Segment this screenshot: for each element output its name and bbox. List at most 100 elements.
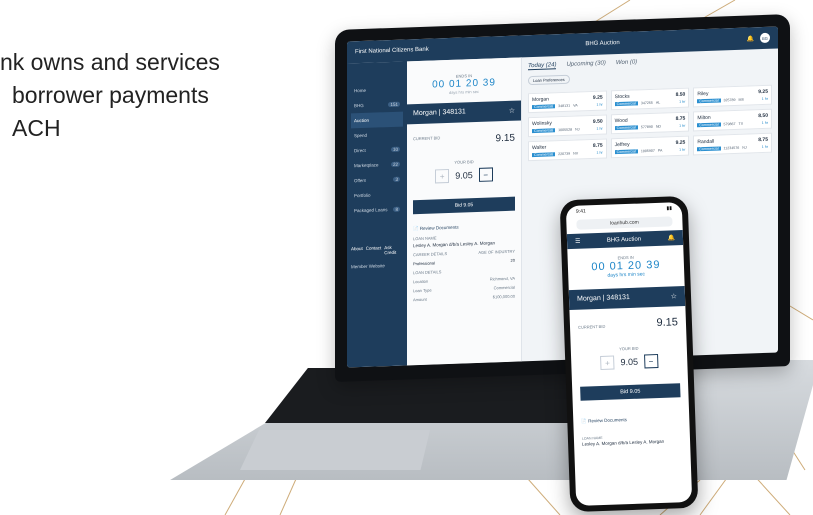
loan-name-label: LOAN NAME [413,235,437,242]
bell-icon[interactable]: 🔔 [667,234,675,241]
loan-card-id: 220739 [558,151,571,157]
loan-banner: Morgan | 348131 ☆ [407,100,521,125]
loan-card-term: 1 hr [596,150,603,155]
review-documents-link[interactable]: 📄 Review Documents [581,415,681,424]
auction-tabs: Today (24) Upcoming (30) Won (0) [528,55,772,71]
avatar[interactable]: BG [760,32,770,44]
auction-detail-panel: ENDS IN 00 01 20 39 days hrs min sec Mor… [407,57,522,366]
bell-icon[interactable]: 🔔 [747,35,754,42]
phone-nav: ☰ BHG Auction 🔔 [566,230,684,250]
loan-card-name: Wood [614,117,628,125]
review-documents-link[interactable]: 📄 Review Documents [413,223,515,233]
increase-bid-button[interactable]: + [435,168,450,184]
loan-card-rate: 8.50 [758,112,768,120]
loan-name: Lesley A. Morgan d/b/a Lesley A. Morgan [413,240,496,249]
loan-card[interactable]: Morgan 9.25 Commercial 348131 VA 1 hr [528,90,607,114]
loan-card[interactable]: Riley 9.25 Commercial 325789 MS 1 hr [693,84,772,108]
about-link[interactable]: About [351,246,363,256]
career-label: CAREER DETAILS [413,251,448,258]
loan-card-term: 1 hr [761,120,768,126]
your-bid-label: YOUR BID [619,345,639,352]
loan-card-rate: 9.25 [758,88,768,96]
phone: 9:41 ▮▮ loanhub.com ☰ BHG Auction 🔔 ENDS… [559,195,699,513]
loan-card-rate: 8.75 [675,115,686,123]
tab-today[interactable]: Today (24) [528,62,557,71]
sidebar-item-packaged-loans[interactable]: Packaged Loans 8 [351,202,403,219]
loan-card-state: VA [573,103,578,108]
tab-upcoming[interactable]: Upcoming (30) [566,60,605,68]
sidebar-links: About Contact Ask Credit [351,245,403,257]
loan-card-term: 1 hr [679,123,686,128]
url-bar[interactable]: loanhub.com [576,216,673,230]
loan-card-rate: 8.75 [758,136,768,144]
loan-card-name: Morgan [532,96,549,104]
loan-card-state: NJ [742,145,747,150]
your-bid-label: YOUR BID [454,159,474,165]
star-icon[interactable]: ☆ [509,107,515,115]
your-bid-value: 9.05 [455,170,473,181]
bid-button[interactable]: Bid 9.05 [413,196,515,215]
loan-banner-name: Morgan | 348131 [413,108,466,118]
loan-card-rate: 8.50 [675,91,686,99]
loan-card-tag: Commercial [697,122,721,128]
loan-card-rate: 9.25 [675,139,686,147]
laptop-trackpad [240,430,430,470]
loan-card-id: 11234576 [723,145,740,151]
loan-card[interactable]: Jeffrey 9.25 Commercial 1005907 PA 1 hr [610,135,690,159]
menu-icon[interactable]: ☰ [575,238,581,245]
loan-card-tag: Commercial [697,98,721,104]
member-website-link[interactable]: Member Website [351,263,403,269]
loan-card[interactable]: Wolinsky 9.50 Commercial 1005528 NJ 1 hr [528,114,607,138]
loan-card-state: NJ [575,127,580,132]
decrease-bid-button[interactable]: − [478,167,493,182]
current-bid-value: 9.15 [495,132,515,145]
current-bid-label: CURRENT BID [577,323,606,330]
loan-card-tag: Commercial [614,149,638,155]
loan-card-term: 1 hr [679,147,686,152]
loan-card-name: Randall [697,138,715,146]
loan-card-term: 1 hr [761,96,768,102]
phone-nav-title: BHG Auction [606,236,642,244]
loan-card-tag: Commercial [697,146,721,152]
loan-card-state: TX [738,121,744,126]
loan-card-term: 1 hr [761,144,768,150]
amount-value: $100,000.00 [492,293,515,300]
signal-icon: ▮▮ [666,205,673,212]
loan-card-name: Jeffrey [614,141,630,149]
loan-card-rate: 9.25 [592,94,603,101]
contact-link[interactable]: Contact [366,245,382,256]
loan-preferences-button[interactable]: Loan Preferences [528,74,570,86]
star-icon[interactable]: ☆ [671,292,678,300]
loan-card-rate: 9.50 [592,118,603,125]
current-bid-value: 9.15 [656,316,679,330]
tab-won[interactable]: Won (0) [616,59,637,67]
loan-card-term: 1 hr [596,126,603,131]
loan-card-state: AL [655,100,661,105]
loan-card-id: 325789 [723,97,736,103]
loan-card[interactable]: Stocks 8.50 Commercial 347255 AL 1 hr [610,87,690,111]
loan-card-name: Wolinsky [532,120,552,128]
intro-text: nk owns and services borrower payments A… [0,46,300,145]
loan-card-tag: Commercial [532,128,556,134]
laptop: First National Citizens Bank BHG Auction… [335,14,790,382]
loan-card-name: Riley [697,90,709,98]
current-bid-label: CURRENT BID [413,135,441,142]
bid-button[interactable]: Bid 9.05 [580,383,681,401]
loan-card[interactable]: Milton 8.50 Commercial 579867 TX 1 hr [693,108,772,132]
loan-card-term: 1 hr [596,102,603,107]
loan-card[interactable]: Wood 8.75 Commercial 577890 ND 1 hr [610,111,690,135]
loan-card-state: ND [655,124,662,129]
intro-line-2: borrower payments [12,82,209,108]
loan-card-id: 1005907 [640,148,655,154]
increase-bid-button[interactable]: + [600,355,615,370]
laptop-screen: First National Citizens Bank BHG Auction… [347,26,778,368]
loan-banner-name: Morgan | 348131 [576,293,630,303]
loan-card-tag: Commercial [614,125,638,131]
phone-screen: 9:41 ▮▮ loanhub.com ☰ BHG Auction 🔔 ENDS… [565,202,693,506]
loan-card[interactable]: Randall 8.75 Commercial 11234576 NJ 1 hr [693,132,772,156]
loan-details-label: LOAN DETAILS [413,269,442,276]
ask-credit-link[interactable]: Ask Credit [384,245,403,255]
decrease-bid-button[interactable]: − [643,353,659,369]
loan-card[interactable]: Walter 8.75 Commercial 220739 NV 1 hr [528,138,607,162]
loan-card-tag: Commercial [614,101,638,107]
